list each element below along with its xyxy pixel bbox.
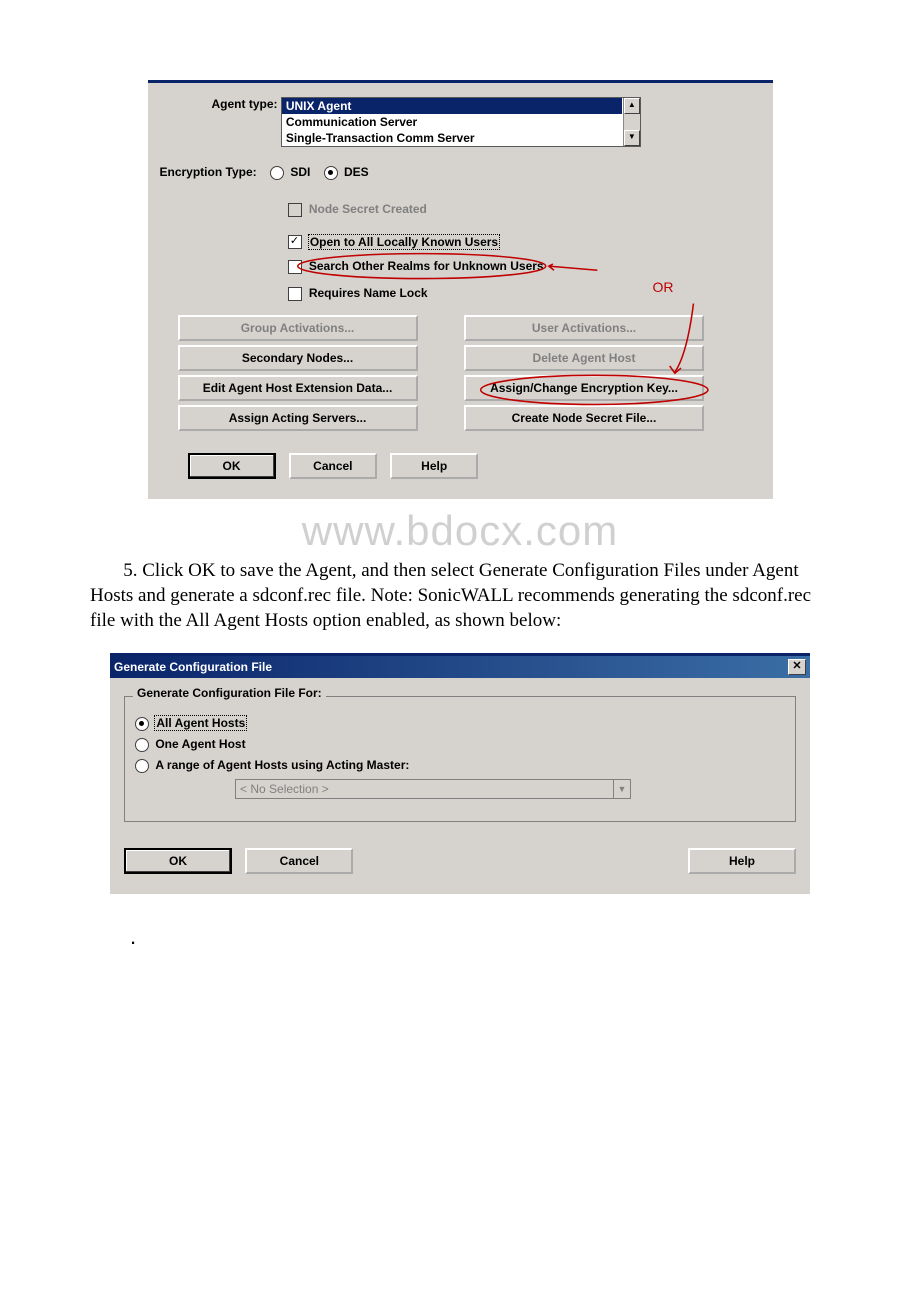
radio-one-agent-host-label: One Agent Host (155, 737, 245, 751)
agent-type-option-comm[interactable]: Communication Server (282, 114, 622, 130)
assign-change-key-button[interactable]: Assign/Change Encryption Key... (464, 375, 704, 401)
generate-for-groupbox: Generate Configuration File For: All Age… (124, 696, 796, 821)
cancel-button[interactable]: Cancel (245, 848, 353, 874)
dialog-title: Generate Configuration File (114, 660, 272, 674)
checkbox-requires-lock[interactable] (288, 287, 302, 301)
checkbox-node-secret (288, 203, 302, 217)
watermark-text: www.bdocx.com (90, 507, 830, 555)
radio-des[interactable] (324, 166, 338, 180)
user-activations-button: User Activations... (464, 315, 704, 341)
cancel-button[interactable]: Cancel (289, 453, 377, 479)
agent-type-scrollbar[interactable]: ▲ ▼ (623, 98, 640, 146)
checkbox-search-other[interactable] (288, 260, 302, 274)
radio-sdi[interactable] (270, 166, 284, 180)
agent-type-option-single[interactable]: Single-Transaction Comm Server (282, 130, 622, 146)
checkbox-node-secret-label: Node Secret Created (309, 202, 427, 216)
instruction-step-5: 5. Click OK to save the Agent, and then … (90, 559, 830, 633)
radio-all-agent-hosts-label: All Agent Hosts (155, 716, 246, 730)
radio-des-label: DES (344, 165, 369, 179)
agent-type-option-unix[interactable]: UNIX Agent (282, 98, 622, 114)
help-button[interactable]: Help (688, 848, 796, 874)
bullet-dot: . (130, 924, 830, 950)
radio-range-agent-hosts[interactable] (135, 759, 149, 773)
create-node-secret-button[interactable]: Create Node Secret File... (464, 405, 704, 431)
radio-sdi-label: SDI (290, 165, 310, 179)
agent-type-listbox[interactable]: UNIX Agent Communication Server Single-T… (281, 97, 641, 147)
scroll-up-icon[interactable]: ▲ (624, 98, 640, 114)
groupbox-title: Generate Configuration File For: (133, 686, 326, 700)
radio-all-agent-hosts[interactable] (135, 717, 149, 731)
acting-master-select: < No Selection > ▼ (235, 779, 631, 799)
ok-button[interactable]: OK (188, 453, 276, 479)
titlebar: Generate Configuration File ✕ (110, 656, 810, 678)
chevron-down-icon: ▼ (613, 780, 630, 798)
checkbox-open-all[interactable] (288, 235, 302, 249)
checkbox-requires-lock-label: Requires Name Lock (309, 286, 428, 300)
close-icon[interactable]: ✕ (788, 659, 806, 675)
group-activations-button: Group Activations... (178, 315, 418, 341)
radio-one-agent-host[interactable] (135, 738, 149, 752)
assign-acting-servers-button[interactable]: Assign Acting Servers... (178, 405, 418, 431)
generate-config-dialog: Generate Configuration File ✕ Generate C… (110, 653, 810, 893)
scroll-down-icon[interactable]: ▼ (624, 130, 640, 146)
delete-agent-host-button: Delete Agent Host (464, 345, 704, 371)
agent-type-label: Agent type: (158, 97, 278, 111)
checkbox-search-other-label: Search Other Realms for Unknown Users (309, 259, 544, 273)
radio-range-agent-hosts-label: A range of Agent Hosts using Acting Mast… (155, 758, 409, 772)
checkbox-open-all-label: Open to All Locally Known Users (309, 235, 499, 249)
acting-master-value: < No Selection > (240, 782, 329, 796)
edit-extension-data-button[interactable]: Edit Agent Host Extension Data... (178, 375, 418, 401)
secondary-nodes-button[interactable]: Secondary Nodes... (178, 345, 418, 371)
agent-host-dialog: OR Agent type: UNIX Agent Communication … (148, 80, 773, 499)
ok-button[interactable]: OK (124, 848, 232, 874)
encryption-type-label: Encryption Type: (160, 165, 257, 179)
help-button[interactable]: Help (390, 453, 478, 479)
